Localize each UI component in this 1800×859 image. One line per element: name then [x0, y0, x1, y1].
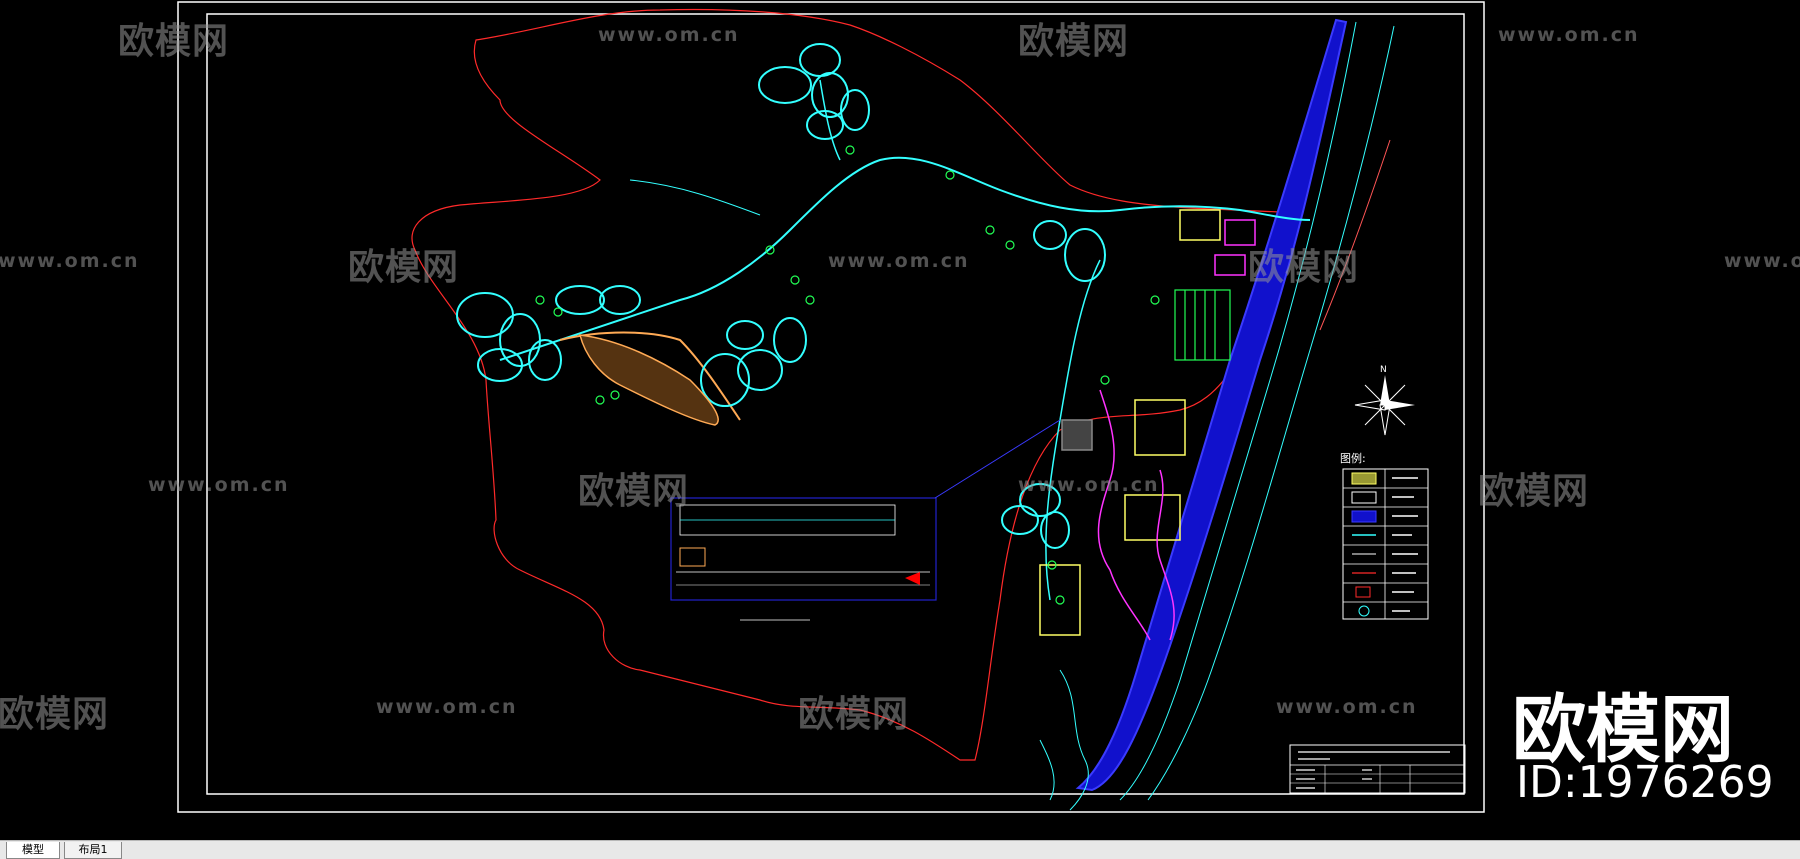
pod-cluster-east	[1001, 220, 1106, 549]
legend-table	[1342, 468, 1429, 620]
title-block	[1289, 744, 1466, 794]
parking-lot	[1174, 289, 1231, 361]
building-cluster-north	[1179, 209, 1256, 276]
pod-cluster-north	[758, 43, 870, 140]
terrace-area	[579, 334, 719, 426]
trail-branch-north	[819, 79, 841, 161]
trail-branch-west	[629, 179, 761, 216]
pod-cluster-central	[700, 317, 807, 407]
north-arrow-icon	[1354, 375, 1415, 436]
tab-model[interactable]: 模型	[6, 842, 60, 859]
sheet-inner-border	[206, 13, 1465, 795]
tab-layout1[interactable]: 布局1	[64, 842, 122, 859]
road-edge-line-2	[1319, 139, 1391, 331]
layout-tab-bar: 模型 布局1	[0, 840, 1800, 859]
cad-model-space[interactable]: N 图例: 欧模网 www.om.cn 欧模网 www.om.cn www.om…	[0, 0, 1800, 840]
north-label: N	[1380, 365, 1387, 375]
legend-title: 图例:	[1340, 451, 1366, 465]
sheet-outer-border	[177, 1, 1485, 813]
river-channel	[1075, 18, 1348, 792]
model-id-label: ID:1976269	[1516, 757, 1774, 808]
main-trail	[499, 156, 1311, 361]
